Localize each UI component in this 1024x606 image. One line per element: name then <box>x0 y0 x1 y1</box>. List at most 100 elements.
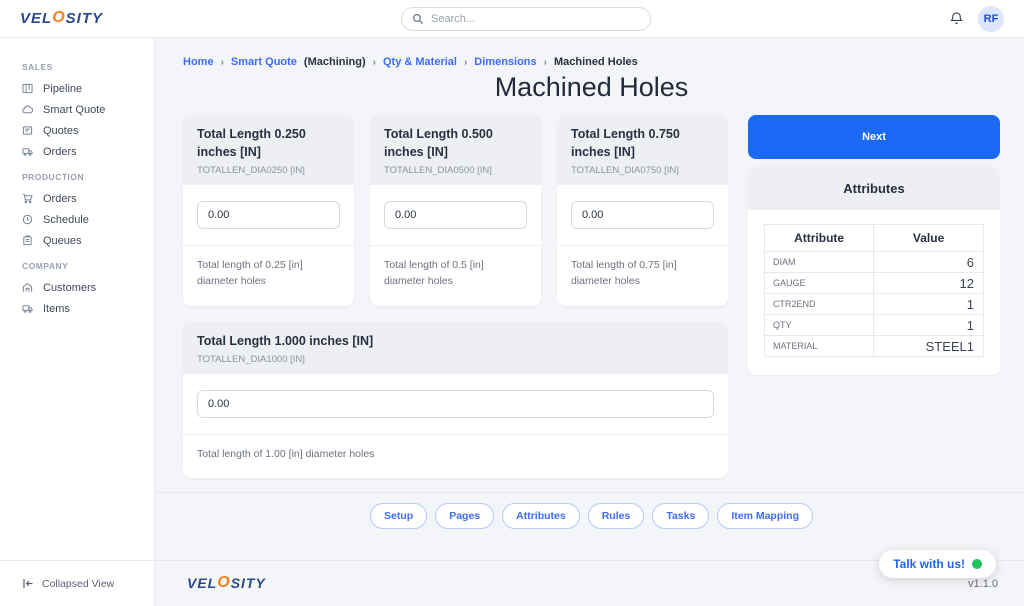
sidebar-item-label: Smart Quote <box>43 104 105 116</box>
sidebar-item-orders-sales[interactable]: Orders <box>0 141 154 162</box>
chat-widget[interactable]: Talk with us! <box>879 550 996 578</box>
cloud-icon <box>22 104 33 115</box>
attribute-value: STEEL1 <box>874 336 984 357</box>
dimension-input-1000[interactable] <box>197 390 714 418</box>
card-header: Total Length 0.750 inches [IN] TOTALLEN_… <box>557 115 728 185</box>
table-row: GAUGE 12 <box>765 273 984 294</box>
sidebar-item-smart-quote[interactable]: Smart Quote <box>0 99 154 120</box>
tab-attributes[interactable]: Attributes <box>502 503 580 529</box>
document-icon <box>22 125 33 136</box>
breadcrumb-separator: › <box>373 57 376 68</box>
card-body <box>557 185 728 245</box>
attribute-value: 1 <box>874 294 984 315</box>
breadcrumb-separator: › <box>221 57 224 68</box>
dimension-input-0500[interactable] <box>384 201 527 229</box>
sidebar-item-items[interactable]: Items <box>0 298 154 319</box>
page-title: Machined Holes <box>183 72 1000 103</box>
card-body <box>370 185 541 245</box>
table-row: MATERIAL STEEL1 <box>765 336 984 357</box>
attribute-value: 1 <box>874 315 984 336</box>
dimension-input-0750[interactable] <box>571 201 714 229</box>
card-code: TOTALLEN_DIA0250 [IN] <box>197 165 340 176</box>
attributes-header-row: Attribute Value <box>765 225 984 252</box>
next-button[interactable]: Next <box>748 115 1000 159</box>
breadcrumb-home[interactable]: Home <box>183 56 214 68</box>
avatar[interactable]: RF <box>978 6 1004 32</box>
dimension-cards: Total Length 0.250 inches [IN] TOTALLEN_… <box>183 115 728 478</box>
tab-item-mapping[interactable]: Item Mapping <box>717 503 813 529</box>
sidebar-item-label: Items <box>43 303 70 315</box>
shell: SALES Pipeline Smart Quote Quotes Orders… <box>0 38 1024 606</box>
card-header: Total Length 1.000 inches [IN] TOTALLEN_… <box>183 322 728 375</box>
card-description: Total length of 1.00 [in] diameter holes <box>183 434 728 478</box>
tab-rules[interactable]: Rules <box>588 503 645 529</box>
card-code: TOTALLEN_DIA0500 [IN] <box>384 165 527 176</box>
dimension-input-0250[interactable] <box>197 201 340 229</box>
app: VELOSITY RF SALES Pipeline Smart Qu <box>0 0 1024 606</box>
search-box[interactable] <box>401 7 651 31</box>
dimension-card-1000: Total Length 1.000 inches [IN] TOTALLEN_… <box>183 322 728 479</box>
logo[interactable]: VELOSITY <box>20 10 103 28</box>
sidebar-section-company: COMPANY <box>0 261 154 271</box>
sidebar-item-label: Quotes <box>43 125 78 137</box>
config-tabs: Setup Pages Attributes Rules Tasks Item … <box>183 493 1000 541</box>
card-description: Total length of 0.5 [in] diameter holes <box>370 245 541 306</box>
search-input[interactable] <box>431 13 640 25</box>
attributes-table: Attribute Value DIAM 6 <box>764 224 984 357</box>
breadcrumb-current: Machined Holes <box>554 56 638 68</box>
cart-icon <box>22 193 33 204</box>
footer-logo: VELOSITY <box>187 575 266 593</box>
breadcrumb-qty-material[interactable]: Qty & Material <box>383 56 457 68</box>
columns: Total Length 0.250 inches [IN] TOTALLEN_… <box>183 115 1000 478</box>
table-row: QTY 1 <box>765 315 984 336</box>
attributes-panel-title: Attributes <box>748 167 1000 210</box>
sidebar-item-queues[interactable]: Queues <box>0 230 154 251</box>
sidebar-section-sales: SALES <box>0 62 154 72</box>
sidebar-item-label: Schedule <box>43 214 89 226</box>
tab-tasks[interactable]: Tasks <box>652 503 709 529</box>
sidebar-item-label: Pipeline <box>43 83 82 95</box>
breadcrumb-machining-suffix: (Machining) <box>304 56 366 68</box>
sidebar-item-pipeline[interactable]: Pipeline <box>0 78 154 99</box>
dimension-card-0500: Total Length 0.500 inches [IN] TOTALLEN_… <box>370 115 541 306</box>
logo-o: O <box>217 574 230 592</box>
sidebar-item-quotes[interactable]: Quotes <box>0 120 154 141</box>
attribute-name: CTR2END <box>765 294 874 315</box>
logo-o: O <box>52 9 65 27</box>
card-code: TOTALLEN_DIA1000 [IN] <box>197 354 714 365</box>
collapse-sidebar-button[interactable]: Collapsed View <box>0 560 154 606</box>
attribute-value: 12 <box>874 273 984 294</box>
chat-label: Talk with us! <box>893 557 965 571</box>
tab-pages[interactable]: Pages <box>435 503 494 529</box>
sidebar-item-orders-production[interactable]: Orders <box>0 188 154 209</box>
clock-icon <box>22 214 33 225</box>
breadcrumb: Home › Smart Quote (Machining) › Qty & M… <box>183 56 1000 68</box>
attribute-name: GAUGE <box>765 273 874 294</box>
attribute-value: 6 <box>874 252 984 273</box>
table-row: CTR2END 1 <box>765 294 984 315</box>
card-title: Total Length 0.250 inches [IN] <box>197 126 340 161</box>
sidebar-item-customers[interactable]: Customers <box>0 277 154 298</box>
tab-setup[interactable]: Setup <box>370 503 427 529</box>
bell-icon <box>949 11 964 26</box>
logo-vel: VEL <box>20 10 52 27</box>
truck-icon <box>22 303 33 314</box>
breadcrumb-separator: › <box>464 57 467 68</box>
sidebar-section-production: PRODUCTION <box>0 172 154 182</box>
content: Home › Smart Quote (Machining) › Qty & M… <box>155 38 1024 560</box>
card-title: Total Length 0.750 inches [IN] <box>571 126 714 161</box>
card-header: Total Length 0.500 inches [IN] TOTALLEN_… <box>370 115 541 185</box>
sidebar-item-label: Customers <box>43 282 96 294</box>
version-label: v1.1.0 <box>968 578 998 590</box>
breadcrumb-smart-quote[interactable]: Smart Quote <box>231 56 297 68</box>
collapse-left-icon <box>22 578 34 589</box>
right-panel: Next Attributes Attribute Value <box>748 115 1000 375</box>
notifications-button[interactable] <box>949 11 964 26</box>
attribute-name: QTY <box>765 315 874 336</box>
topbar-right: RF <box>949 6 1004 32</box>
breadcrumb-dimensions[interactable]: Dimensions <box>474 56 536 68</box>
dimension-card-0250: Total Length 0.250 inches [IN] TOTALLEN_… <box>183 115 354 306</box>
building-icon <box>22 282 33 293</box>
sidebar-item-schedule[interactable]: Schedule <box>0 209 154 230</box>
attributes-panel: Attributes Attribute Value <box>748 167 1000 375</box>
